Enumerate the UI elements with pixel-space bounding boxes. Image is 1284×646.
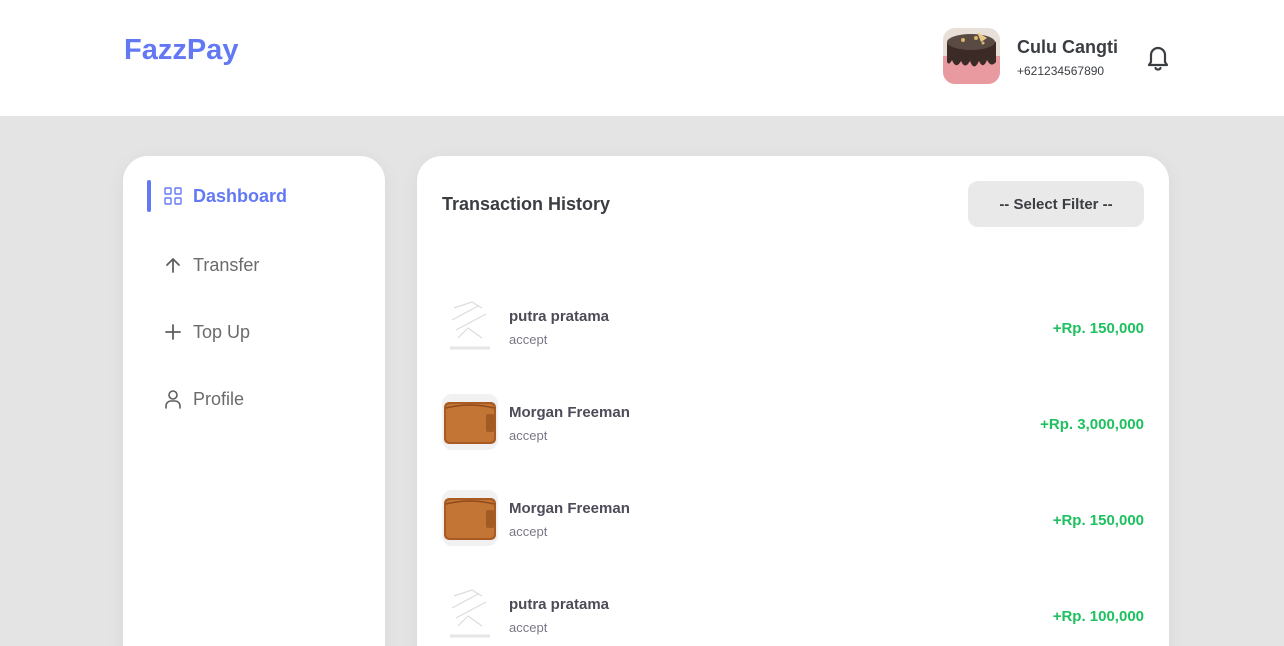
arrow-up-icon <box>163 255 183 275</box>
transaction-name: putra pratama <box>509 308 610 325</box>
sidebar-item-label: Profile <box>193 388 245 409</box>
transaction-status: accept <box>509 428 548 443</box>
sidebar-item-transfer[interactable]: Transfer <box>163 250 259 280</box>
list-item[interactable]: Morgan Freeman accept +Rp. 3,000,000 <box>442 392 1144 452</box>
page-title: Transaction History <box>442 194 611 214</box>
active-indicator <box>147 180 151 212</box>
user-avatar[interactable] <box>943 28 1000 84</box>
user-icon <box>163 389 183 409</box>
grid-icon <box>163 186 183 206</box>
transaction-amount: +Rp. 100,000 <box>1052 608 1144 625</box>
transaction-status: accept <box>509 524 548 539</box>
sidebar-item-profile[interactable]: Profile <box>163 384 244 414</box>
user-phone: +621234567890 <box>1017 64 1105 78</box>
transaction-amount: +Rp. 150,000 <box>1052 320 1144 337</box>
list-item[interactable]: Morgan Freeman accept +Rp. 150,000 <box>442 488 1144 548</box>
transaction-avatar <box>442 298 498 354</box>
sidebar: Dashboard Transfer Top Up Profile <box>123 156 385 646</box>
app-logo[interactable]: FazzPay <box>124 34 238 67</box>
list-item[interactable]: putra pratama accept +Rp. 100,000 <box>442 584 1144 644</box>
transaction-name: putra pratama <box>509 596 610 613</box>
sidebar-item-dashboard[interactable]: Dashboard <box>163 181 287 211</box>
transaction-avatar <box>442 394 498 450</box>
transaction-amount: +Rp. 150,000 <box>1052 512 1144 529</box>
sidebar-item-topup[interactable]: Top Up <box>163 317 250 347</box>
sidebar-item-label: Dashboard <box>193 185 288 206</box>
transaction-status: accept <box>509 332 548 347</box>
transaction-name: Morgan Freeman <box>509 500 630 517</box>
sidebar-item-label: Top Up <box>193 321 251 342</box>
bell-icon[interactable] <box>1144 42 1172 72</box>
transaction-name: Morgan Freeman <box>509 404 630 421</box>
sidebar-item-label: Transfer <box>193 254 260 275</box>
list-item[interactable]: putra pratama accept +Rp. 150,000 <box>442 296 1144 356</box>
user-name: Culu Cangti <box>1017 37 1118 57</box>
transaction-avatar <box>442 586 498 642</box>
select-filter-button[interactable]: -- Select Filter -- <box>968 181 1144 227</box>
transaction-panel: Transaction History -- Select Filter -- … <box>417 156 1169 646</box>
transaction-status: accept <box>509 620 548 635</box>
transaction-amount: +Rp. 3,000,000 <box>1040 416 1144 433</box>
plus-icon <box>163 322 183 342</box>
top-header: FazzPay Culu Cangti +621234567890 <box>0 0 1284 116</box>
transaction-avatar <box>442 490 498 546</box>
